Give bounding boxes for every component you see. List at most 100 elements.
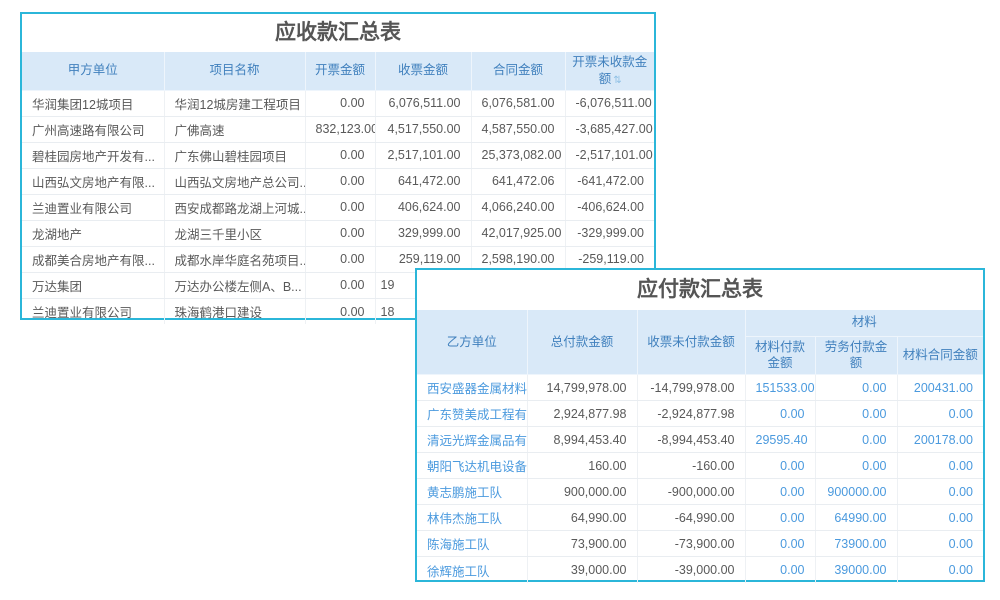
cell-project: 万达办公楼左侧A、B... (164, 272, 305, 298)
table-row: 林伟杰施工队 64,990.00 -64,990.00 0.00 64990.0… (417, 505, 983, 531)
cell-invoiced-unpaid: -641,472.00 (565, 168, 654, 194)
cell-labor-paid[interactable]: 64990.00 (815, 505, 897, 531)
cell-material-paid[interactable]: 0.00 (745, 453, 815, 479)
cell-project: 成都水岸华庭名苑项目... (164, 246, 305, 272)
col-header-party[interactable]: 甲方单位 (22, 52, 164, 90)
col-header-material-contract[interactable]: 材料合同金额 (897, 336, 983, 375)
table-row: 黄志鹏施工队 900,000.00 -900,000.00 0.00 90000… (417, 479, 983, 505)
cell-material-contract[interactable]: 200178.00 (897, 427, 983, 453)
cell-material-contract[interactable]: 0.00 (897, 479, 983, 505)
cell-vendor-link[interactable]: 广东赞美成工程有限 (417, 401, 527, 427)
cell-vendor-link[interactable]: 陈海施工队 (417, 531, 527, 557)
cell-invoiced-unpaid: -6,076,511.00 (565, 90, 654, 116)
col-header-vendor[interactable]: 乙方单位 (417, 310, 527, 375)
cell-project: 广东佛山碧桂园项目 (164, 142, 305, 168)
cell-total-paid: 160.00 (527, 453, 637, 479)
table-row: 清远光辉金属品有限 8,994,453.40 -8,994,453.40 295… (417, 427, 983, 453)
cell-total-paid: 900,000.00 (527, 479, 637, 505)
table-row: 碧桂园房地产开发有... 广东佛山碧桂园项目 0.00 2,517,101.00… (22, 142, 654, 168)
cell-contract: 4,587,550.00 (471, 116, 565, 142)
cell-project: 山西弘文房地产总公司... (164, 168, 305, 194)
cell-labor-paid[interactable]: 0.00 (815, 453, 897, 479)
col-header-total-paid[interactable]: 总付款金额 (527, 310, 637, 375)
cell-material-paid[interactable]: 0.00 (745, 479, 815, 505)
cell-material-paid[interactable]: 29595.40 (745, 427, 815, 453)
cell-contract: 42,017,925.00 (471, 220, 565, 246)
cell-vendor-link[interactable]: 朝阳飞达机电设备有 (417, 453, 527, 479)
cell-vendor-link[interactable]: 徐辉施工队 (417, 557, 527, 583)
cell-total-paid: 73,900.00 (527, 531, 637, 557)
cell-labor-paid[interactable]: 900000.00 (815, 479, 897, 505)
cell-material-contract[interactable]: 0.00 (897, 531, 983, 557)
sort-icon[interactable]: ⇅ (613, 74, 620, 88)
col-header-invoiced-unpaid[interactable]: 开票未收款金额⇅ (565, 52, 654, 90)
cell-invoiced-unpaid: -329,999.00 (565, 220, 654, 246)
cell-vendor-link[interactable]: 清远光辉金属品有限 (417, 427, 527, 453)
cell-vendor-link[interactable]: 西安盛器金属材料有 (417, 375, 527, 401)
col-header-received[interactable]: 收票金额 (375, 52, 471, 90)
cell-party: 兰迪置业有限公司 (22, 194, 164, 220)
cell-material-contract[interactable]: 200431.00 (897, 375, 983, 401)
col-header-project[interactable]: 项目名称 (164, 52, 305, 90)
cell-received-unpaid: -2,924,877.98 (637, 401, 745, 427)
table-row: 徐辉施工队 39,000.00 -39,000.00 0.00 39000.00… (417, 557, 983, 583)
cell-total-paid: 14,799,978.00 (527, 375, 637, 401)
col-group-material: 材料 (745, 310, 983, 336)
cell-material-contract[interactable]: 0.00 (897, 557, 983, 583)
table-row: 华润集团12城项目 华润12城房建工程项目 0.00 6,076,511.00 … (22, 90, 654, 116)
cell-invoiced: 832,123.00 (305, 116, 375, 142)
cell-labor-paid[interactable]: 0.00 (815, 375, 897, 401)
cell-received-unpaid: -8,994,453.40 (637, 427, 745, 453)
cell-project: 珠海鹤港口建设 (164, 298, 305, 324)
table-row: 朝阳飞达机电设备有 160.00 -160.00 0.00 0.00 0.00 (417, 453, 983, 479)
payables-summary-panel: 应付款汇总表 乙方单位 总付款金额 收票未付款金额 材料 材料付款金额 劳务付款… (415, 268, 985, 582)
cell-party: 万达集团 (22, 272, 164, 298)
cell-invoiced-unpaid: -2,517,101.00 (565, 142, 654, 168)
cell-labor-paid[interactable]: 0.00 (815, 401, 897, 427)
cell-project: 西安成都路龙湖上河城... (164, 194, 305, 220)
cell-material-paid[interactable]: 0.00 (745, 401, 815, 427)
cell-total-paid: 8,994,453.40 (527, 427, 637, 453)
table-row: 广州高速路有限公司 广佛高速 832,123.00 4,517,550.00 4… (22, 116, 654, 142)
cell-received-unpaid: -73,900.00 (637, 531, 745, 557)
cell-labor-paid[interactable]: 0.00 (815, 427, 897, 453)
cell-project: 广佛高速 (164, 116, 305, 142)
cell-material-paid[interactable]: 0.00 (745, 557, 815, 583)
col-header-contract[interactable]: 合同金额 (471, 52, 565, 90)
cell-material-contract[interactable]: 0.00 (897, 505, 983, 531)
cell-received: 406,624.00 (375, 194, 471, 220)
cell-received-unpaid: -14,799,978.00 (637, 375, 745, 401)
cell-material-paid[interactable]: 0.00 (745, 531, 815, 557)
cell-party: 广州高速路有限公司 (22, 116, 164, 142)
col-header-material-paid[interactable]: 材料付款金额 (745, 336, 815, 375)
cell-received: 4,517,550.00 (375, 116, 471, 142)
cell-vendor-link[interactable]: 林伟杰施工队 (417, 505, 527, 531)
cell-invoiced: 0.00 (305, 90, 375, 116)
cell-party: 碧桂园房地产开发有... (22, 142, 164, 168)
cell-project: 华润12城房建工程项目 (164, 90, 305, 116)
cell-labor-paid[interactable]: 39000.00 (815, 557, 897, 583)
col-header-labor-paid[interactable]: 劳务付款金额 (815, 336, 897, 375)
cell-contract: 4,066,240.00 (471, 194, 565, 220)
table-row: 陈海施工队 73,900.00 -73,900.00 0.00 73900.00… (417, 531, 983, 557)
cell-received-unpaid: -900,000.00 (637, 479, 745, 505)
col-header-invoiced[interactable]: 开票金额 (305, 52, 375, 90)
cell-invoiced: 0.00 (305, 220, 375, 246)
cell-material-paid[interactable]: 151533.00 (745, 375, 815, 401)
cell-material-contract[interactable]: 0.00 (897, 453, 983, 479)
cell-vendor-link[interactable]: 黄志鹏施工队 (417, 479, 527, 505)
payables-table: 乙方单位 总付款金额 收票未付款金额 材料 材料付款金额 劳务付款金额 材料合同… (417, 310, 983, 583)
cell-contract: 641,472.06 (471, 168, 565, 194)
table-row: 西安盛器金属材料有 14,799,978.00 -14,799,978.00 1… (417, 375, 983, 401)
cell-material-paid[interactable]: 0.00 (745, 505, 815, 531)
cell-labor-paid[interactable]: 73900.00 (815, 531, 897, 557)
cell-total-paid: 2,924,877.98 (527, 401, 637, 427)
col-header-received-unpaid[interactable]: 收票未付款金额 (637, 310, 745, 375)
cell-invoiced-unpaid: -3,685,427.00 (565, 116, 654, 142)
cell-material-contract[interactable]: 0.00 (897, 401, 983, 427)
cell-invoiced: 0.00 (305, 194, 375, 220)
cell-received: 329,999.00 (375, 220, 471, 246)
cell-contract: 25,373,082.00 (471, 142, 565, 168)
cell-invoiced-unpaid: -406,624.00 (565, 194, 654, 220)
cell-received: 641,472.00 (375, 168, 471, 194)
